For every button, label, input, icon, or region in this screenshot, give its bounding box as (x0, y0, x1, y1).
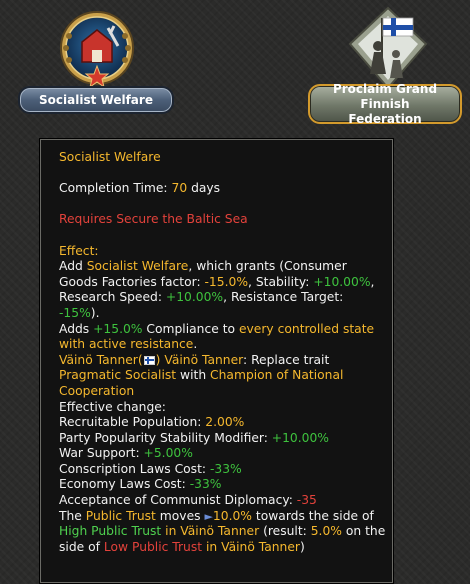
focus-socialist-welfare[interactable]: Socialist Welfare (18, 6, 178, 118)
completion-time: Completion Time: 70 days (59, 181, 221, 196)
effect-line: Research Speed: +10.00%, Resistance Targ… (59, 290, 344, 305)
focus-label: Socialist Welfare (18, 86, 174, 114)
effect-line: -15%). (59, 305, 100, 320)
effect-line: with active resistance. (59, 337, 198, 352)
tooltip-title: Socialist Welfare (59, 150, 161, 164)
arrow-right-icon: ► (204, 509, 213, 523)
effect-line: side of Low Public Trust in Väinö Tanner… (59, 539, 305, 554)
effect-heading: Effect: (59, 243, 99, 258)
effect-line: Acceptance of Communist Diplomacy: -35 (59, 493, 317, 508)
effect-line: Add Socialist Welfare, which grants (Con… (59, 259, 347, 274)
effect-line: Conscription Laws Cost: -33% (59, 461, 242, 476)
effect-line: Effective change: (59, 399, 166, 414)
focus-title-line-2: Federation (348, 111, 422, 126)
effect-line: War Support: +5.00% (59, 446, 193, 461)
effect-line: The Public Trust moves ►10.0% towards th… (59, 508, 374, 523)
effect-line: Goods Factories factor: -15.0%, Stabilit… (59, 274, 375, 289)
effect-line: Pragmatic Socialist with Champion of Nat… (59, 368, 344, 383)
effect-line: Cooperation (59, 383, 135, 398)
effect-line: High Public Trust in Väinö Tanner (resul… (59, 524, 386, 539)
finnish-flag-icon (143, 355, 155, 365)
requirement: Requires Secure the Baltic Sea (59, 212, 248, 227)
finnish-flag-icon (348, 6, 428, 90)
focus-title-line-1: Proclaim Grand Finnish (332, 81, 438, 111)
socialist-welfare-icon (60, 11, 134, 89)
focus-proclaim-grand-finnish-federation[interactable]: Proclaim Grand Finnish Federation (306, 4, 466, 126)
focus-label: Proclaim Grand Finnish Federation (308, 81, 462, 126)
effect-line: Väinö Tanner() Väinö Tanner: Replace tra… (59, 352, 330, 367)
focus-tooltip: Socialist Welfare Completion Time: 70 da… (40, 139, 393, 583)
effect-line: Party Popularity Stability Modifier: +10… (59, 430, 329, 445)
effect-line: Economy Laws Cost: -33% (59, 477, 222, 492)
effect-line: Recruitable Population: 2.00% (59, 415, 245, 430)
focus-title: Socialist Welfare (39, 92, 153, 107)
effect-line: Adds +15.0% Compliance to every controll… (59, 321, 375, 336)
